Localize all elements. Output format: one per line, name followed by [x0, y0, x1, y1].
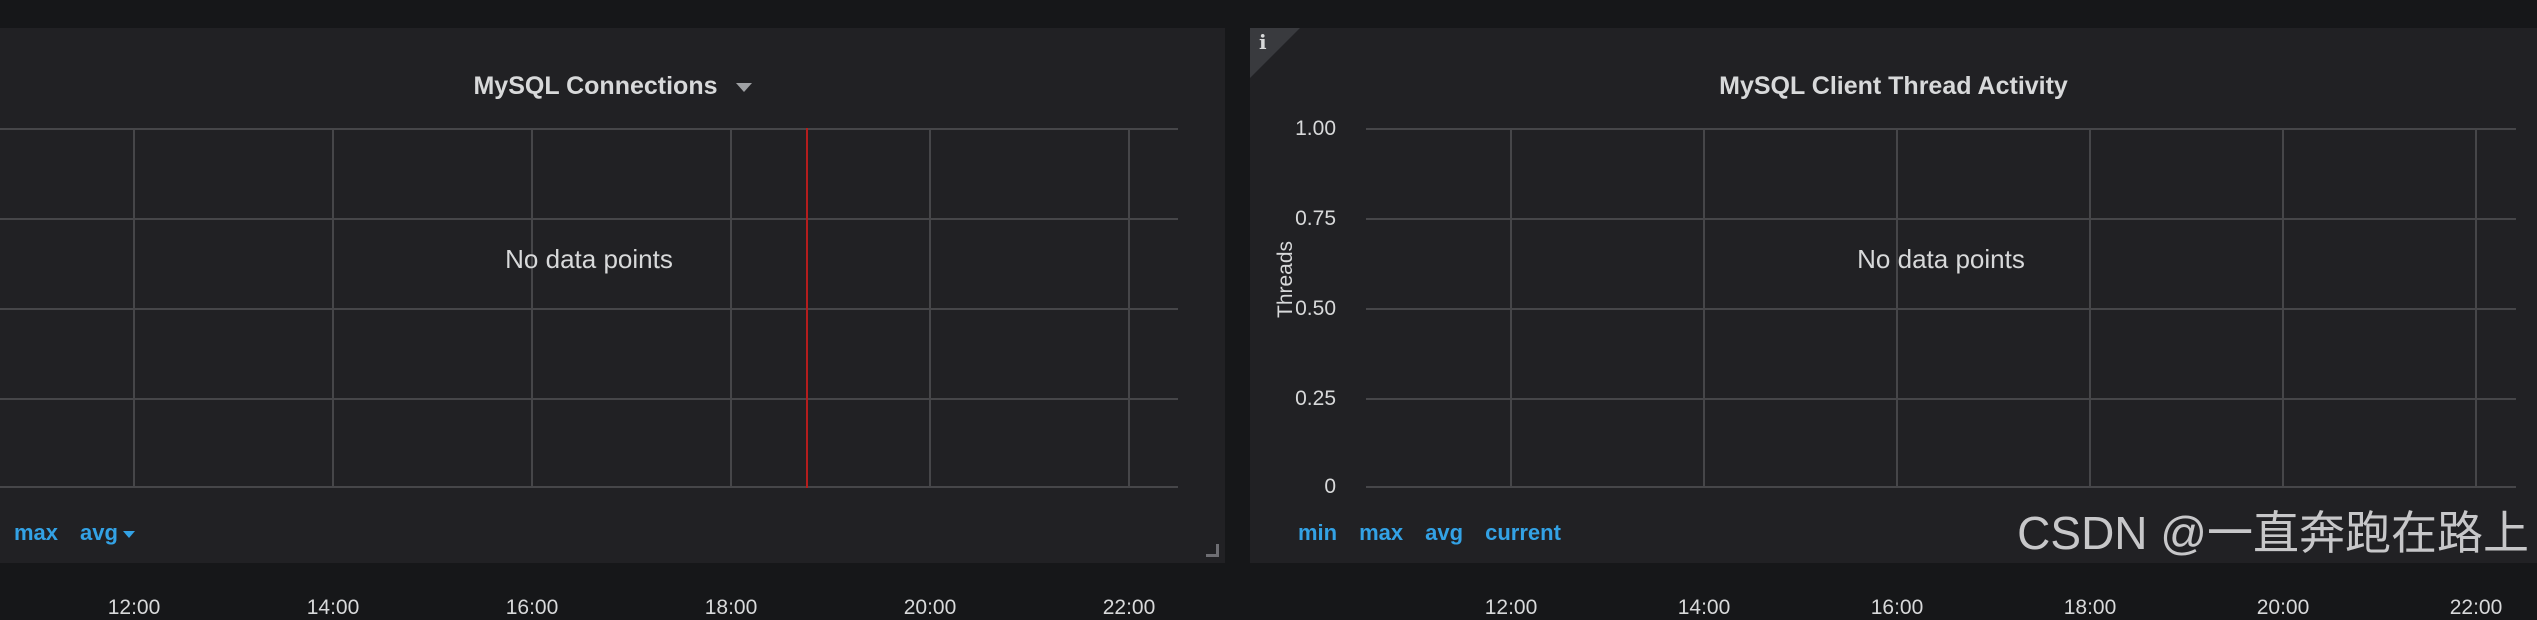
legend-sort-min[interactable]: min — [1298, 520, 1337, 546]
graph-legend: min max avg current — [1298, 520, 1561, 546]
no-data-message: No data points — [1857, 244, 2025, 274]
grid-line — [1366, 128, 2516, 130]
x-axis-tick: 20:00 — [903, 596, 957, 619]
x-axis-tick: 22:00 — [2449, 596, 2503, 619]
caret-down-icon[interactable] — [122, 530, 135, 538]
grid-line — [1366, 486, 2516, 488]
grid-line — [0, 218, 1178, 220]
grid-line — [2282, 128, 2284, 488]
x-axis-tick: 12:00 — [107, 596, 161, 619]
grid-line — [929, 128, 931, 488]
y-axis-tick: 0.25 — [1295, 387, 1336, 410]
x-axis-tick: 14:00 — [1677, 596, 1731, 619]
legend-sort-avg[interactable]: avg — [80, 520, 135, 546]
graph-legend: max avg — [14, 520, 135, 546]
grid-line — [1366, 308, 2516, 310]
grid-line — [332, 128, 334, 488]
grid-line — [730, 128, 732, 488]
graph-plot-area[interactable]: No data points 12:00 14:00 16:00 18:00 2… — [0, 128, 1178, 619]
x-axis-tick: 22:00 — [1102, 596, 1156, 619]
grid-line — [0, 128, 1178, 130]
panel-title-text[interactable]: MySQL Connections — [473, 72, 717, 100]
grid-line — [1703, 128, 1705, 488]
legend-sort-max[interactable]: max — [14, 520, 58, 546]
no-data-message: No data points — [505, 244, 673, 274]
legend-sort-current[interactable]: current — [1485, 520, 1561, 546]
resize-handle-icon[interactable] — [1206, 544, 1219, 557]
watermark: CSDN @一直奔跑在路上 — [2017, 507, 2529, 559]
mysql-client-thread-activity-panel: i MySQL Client Thread Activity Threads 1… — [1250, 28, 2537, 619]
grid-line — [2089, 128, 2091, 488]
x-axis-tick: 14:00 — [306, 596, 360, 619]
panel-title[interactable]: MySQL Connections — [0, 72, 1225, 101]
legend-sort-avg[interactable]: avg — [1425, 520, 1463, 546]
x-axis-tick: 16:00 — [505, 596, 559, 619]
panel-info-corner[interactable] — [1250, 28, 1300, 78]
y-axis-tick: 0.75 — [1295, 207, 1336, 230]
grid-line — [2475, 128, 2477, 488]
time-marker-line — [806, 128, 808, 488]
x-axis-tick: 20:00 — [2256, 596, 2310, 619]
x-axis-tick: 18:00 — [704, 596, 758, 619]
chevron-down-icon[interactable] — [735, 82, 752, 92]
panel-title-text[interactable]: MySQL Client Thread Activity — [1719, 72, 2068, 100]
y-axis-tick: 0.50 — [1295, 297, 1336, 320]
y-axis-tick: 1.00 — [1295, 117, 1336, 140]
info-icon[interactable]: i — [1259, 30, 1267, 54]
grid-line — [0, 398, 1178, 400]
graph-plot-area[interactable]: No data points 12:00 14:00 16:00 18:00 2… — [1366, 128, 2516, 619]
y-axis-tick: 0 — [1324, 475, 1336, 498]
x-axis-tick: 18:00 — [2063, 596, 2117, 619]
grid-line — [0, 486, 1178, 488]
grid-line — [1896, 128, 1898, 488]
legend-sort-avg-label[interactable]: avg — [80, 520, 118, 545]
mysql-connections-panel: MySQL Connections No data points 12:00 1… — [0, 28, 1225, 619]
x-axis-tick: 12:00 — [1484, 596, 1538, 619]
grid-line — [1128, 128, 1130, 488]
grid-line — [1510, 128, 1512, 488]
grid-line — [133, 128, 135, 488]
panel-title[interactable]: MySQL Client Thread Activity — [1250, 72, 2537, 101]
grid-line — [531, 128, 533, 488]
legend-sort-max[interactable]: max — [1359, 520, 1403, 546]
grid-line — [1366, 218, 2516, 220]
grid-line — [1366, 398, 2516, 400]
grid-line — [0, 308, 1178, 310]
x-axis-tick: 16:00 — [1870, 596, 1924, 619]
